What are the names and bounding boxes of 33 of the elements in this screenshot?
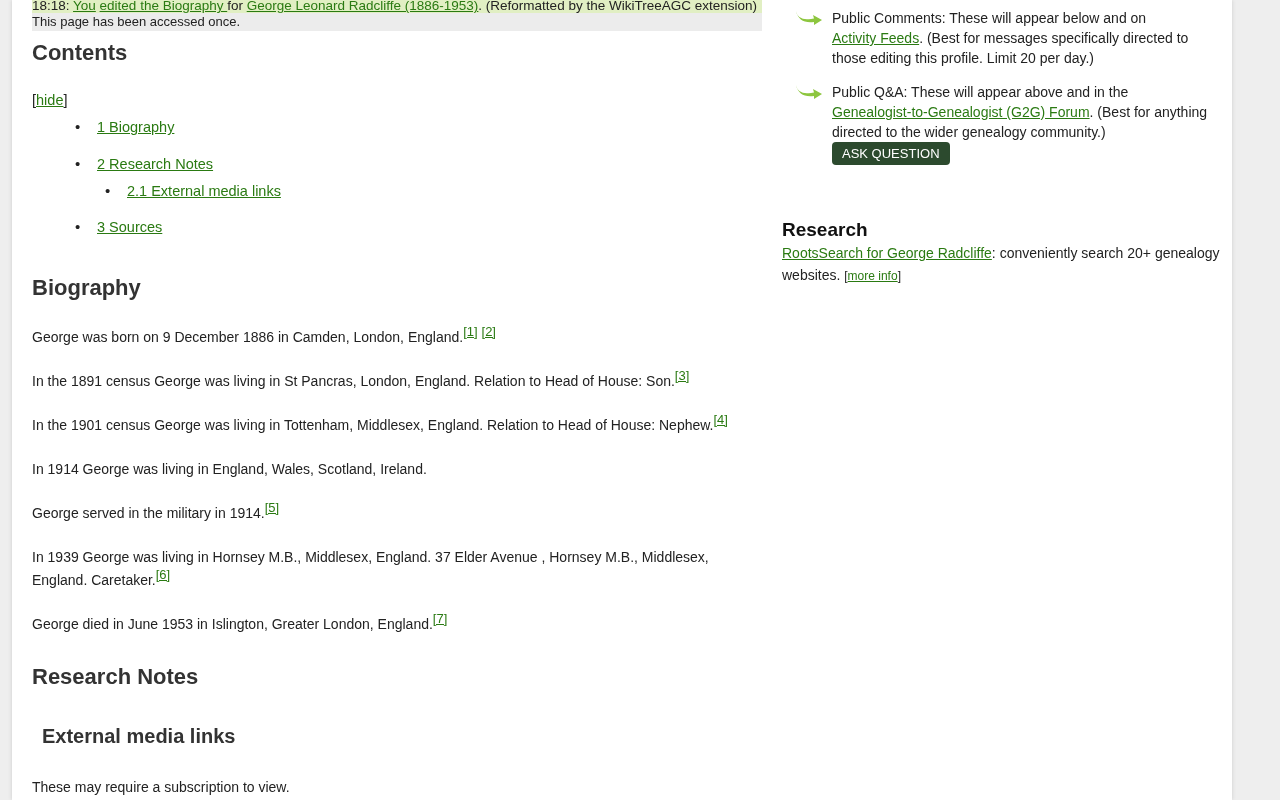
access-note: This page has been accessed once. xyxy=(32,13,762,31)
link[interactable]: RootsSearch for George Radcliffe xyxy=(782,244,992,261)
toc-link[interactable]: 3 Sources xyxy=(97,219,163,236)
toc-link[interactable]: 2 Research Notes xyxy=(97,155,214,172)
citation-link[interactable]: [2] xyxy=(481,323,496,339)
section-heading: Research Notes xyxy=(32,663,200,690)
bullet: • xyxy=(75,117,82,138)
toc-toggle: [hide] xyxy=(32,90,762,113)
link[interactable]: Genealogist-to-Genealogist (G2G) Forum xyxy=(832,104,1090,120)
citation-link[interactable]: [7] xyxy=(432,610,448,626)
toc-link[interactable]: 2.1 External media links xyxy=(127,182,281,199)
citation-link[interactable]: [4] xyxy=(713,411,728,427)
comment-info: Public Comments: These will appear below and on Activity Feeds. (Best for messages specifically directed to those editing this profile. Limit 20 per day.) xyxy=(832,9,1190,68)
citation-link[interactable]: [6] xyxy=(155,566,171,582)
ask-question-button[interactable]: ASK QUESTION xyxy=(832,142,950,165)
paragraph: In 1914 George was living in England, Wales, Scotland, Ireland. xyxy=(32,459,428,479)
subsection-heading: External media links xyxy=(42,723,237,748)
bullet: • xyxy=(75,217,82,238)
bullet: • xyxy=(105,180,112,201)
citation-link[interactable]: [5] xyxy=(264,499,280,515)
link[interactable]: edited the Biography xyxy=(99,0,228,13)
paragraph: These may require a subscription to view. xyxy=(32,777,291,797)
link[interactable]: You xyxy=(73,0,96,13)
research-info: RootsSearch for George Radcliffe: conveniently search 20+ genealogy websites. [more info] xyxy=(782,243,1221,285)
citation-link[interactable]: [1] xyxy=(463,323,478,339)
citation-link[interactable]: [3] xyxy=(674,367,690,383)
comment-info: Public Q&A: These will appear above and in the Genealogist-to-Genealogist (G2G) Forum. (Best for anything directed to the wider genealogy community.) xyxy=(832,83,1209,142)
toc-link[interactable]: 1 Biography xyxy=(97,119,175,136)
section-heading: Research xyxy=(782,219,869,242)
activity-notice: 18:18: You edited the Biography for George Leonard Radcliffe (1886-1953). (Reformatted by the WikiTreeAGC extension) xyxy=(32,0,762,13)
section-heading: Contents xyxy=(32,40,129,67)
bullet: • xyxy=(75,153,82,174)
section-heading: Biography xyxy=(32,275,142,302)
